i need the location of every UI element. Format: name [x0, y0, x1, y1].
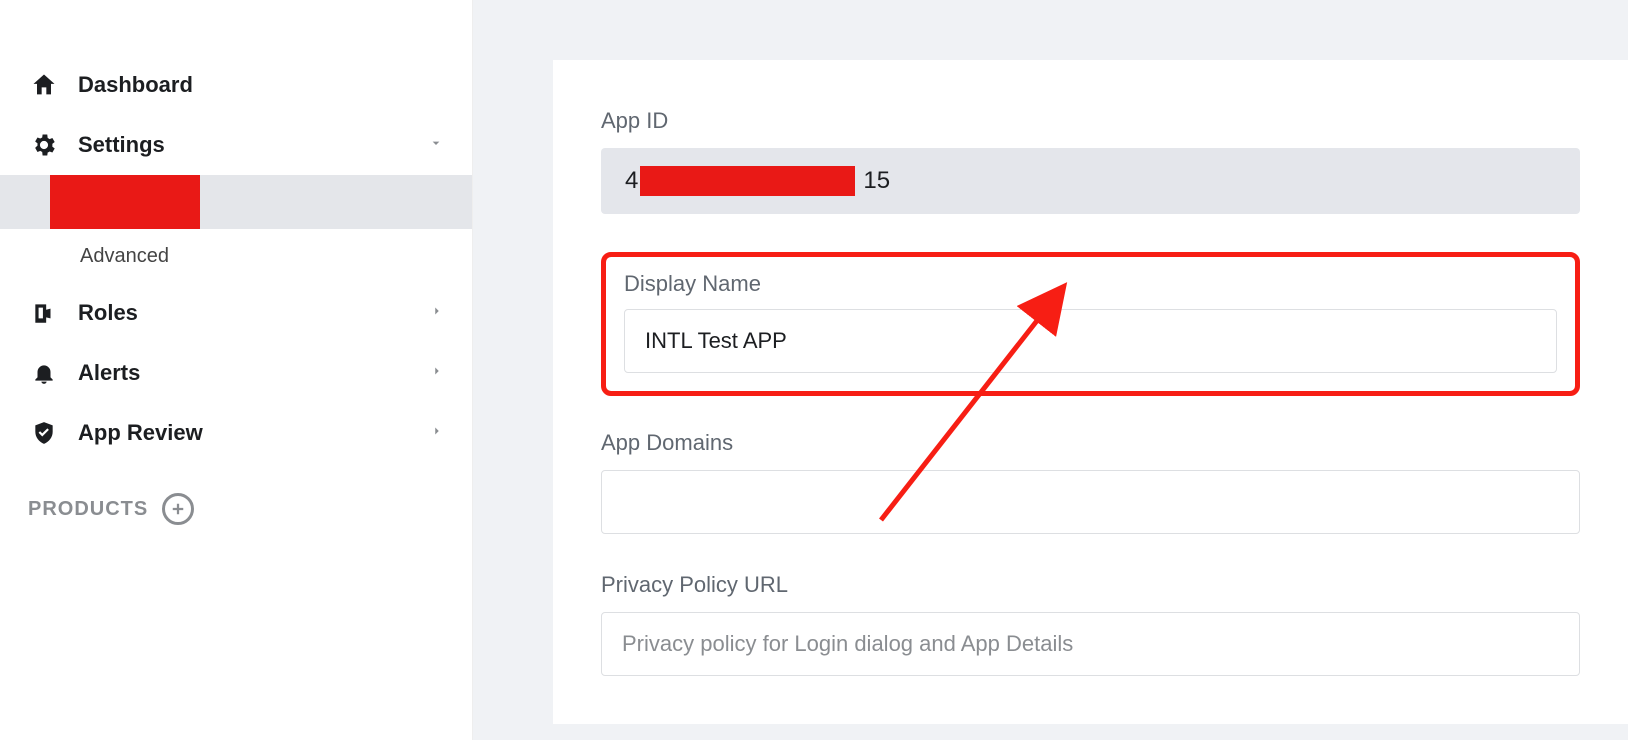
sidebar-subitem-label: Advanced — [80, 245, 169, 268]
field-label: Privacy Policy URL — [601, 572, 1580, 598]
sidebar-item-alerts[interactable]: Alerts — [0, 343, 472, 403]
field-app-domains: App Domains — [601, 430, 1580, 534]
sidebar-item-label: Dashboard — [78, 72, 444, 98]
chevron-right-icon — [430, 304, 444, 323]
sidebar-subitem-redacted[interactable] — [0, 175, 472, 229]
highlight-annotation: Display Name — [601, 252, 1580, 396]
chevron-right-icon — [430, 364, 444, 383]
settings-card: App ID 4 15 Display Name App Domains Pri… — [553, 60, 1628, 724]
field-label: App Domains — [601, 430, 1580, 456]
sidebar: Dashboard Settings Advanced Roles Alerts — [0, 0, 473, 740]
field-label: Display Name — [624, 271, 1557, 297]
bell-icon — [28, 357, 60, 389]
redaction-block — [50, 175, 200, 229]
shield-icon — [28, 417, 60, 449]
home-icon — [28, 69, 60, 101]
main-content: App ID 4 15 Display Name App Domains Pri… — [473, 0, 1628, 740]
app-id-suffix: 15 — [863, 167, 890, 195]
sidebar-item-label: Settings — [78, 132, 428, 158]
sidebar-item-dashboard[interactable]: Dashboard — [0, 55, 472, 115]
display-name-input[interactable] — [624, 309, 1557, 373]
field-app-id: App ID 4 15 — [601, 108, 1580, 214]
products-header: PRODUCTS — [0, 463, 472, 535]
sidebar-subitem-advanced[interactable]: Advanced — [0, 229, 472, 283]
app-id-prefix: 4 — [625, 167, 638, 195]
gear-icon — [28, 129, 60, 161]
field-privacy-policy: Privacy Policy URL — [601, 572, 1580, 676]
plus-icon — [169, 500, 187, 518]
privacy-policy-input[interactable] — [601, 612, 1580, 676]
redaction-block — [640, 166, 855, 196]
sidebar-item-label: Alerts — [78, 360, 430, 386]
roles-icon — [28, 297, 60, 329]
app-domains-input[interactable] — [601, 470, 1580, 534]
field-label: App ID — [601, 108, 1580, 134]
chevron-right-icon — [430, 424, 444, 443]
sidebar-item-app-review[interactable]: App Review — [0, 403, 472, 463]
sidebar-item-label: Roles — [78, 300, 430, 326]
sidebar-item-label: App Review — [78, 420, 430, 446]
app-id-value: 4 15 — [601, 148, 1580, 214]
products-header-label: PRODUCTS — [28, 498, 148, 521]
sidebar-item-roles[interactable]: Roles — [0, 283, 472, 343]
chevron-down-icon — [428, 135, 444, 156]
sidebar-item-settings[interactable]: Settings — [0, 115, 472, 175]
add-product-button[interactable] — [162, 493, 194, 525]
